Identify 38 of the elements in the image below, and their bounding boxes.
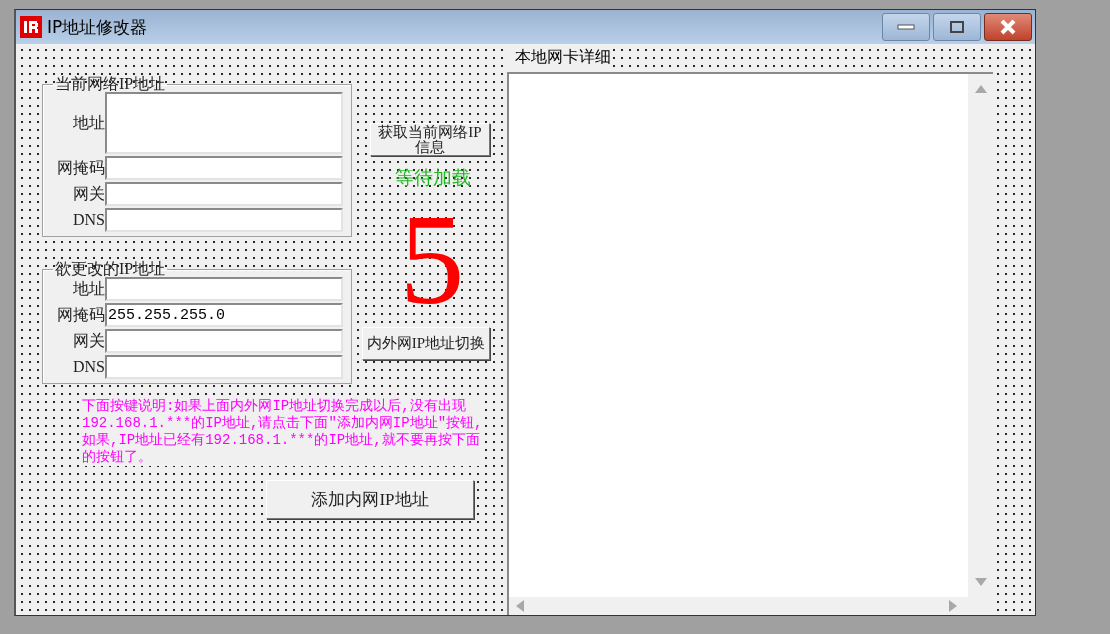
get-info-button[interactable]: 获取当前网络IP信息 xyxy=(370,123,490,156)
minimize-icon xyxy=(897,23,915,31)
input-field[interactable] xyxy=(105,92,343,154)
input-field[interactable] xyxy=(105,277,343,301)
input-field[interactable] xyxy=(105,182,343,206)
field-label: 网掩码 xyxy=(56,157,105,178)
scroll-left-icon[interactable] xyxy=(515,600,525,612)
countdown-number: 5 xyxy=(399,207,465,311)
switch-button[interactable]: 内外网IP地址切换 xyxy=(362,327,490,360)
add-button[interactable]: 添加内网IP地址 xyxy=(266,480,474,519)
field-label: 网关 xyxy=(72,183,105,204)
horizontal-scrollbar[interactable] xyxy=(509,597,968,615)
vertical-scrollbar[interactable] xyxy=(968,74,993,615)
field-label: 地址 xyxy=(72,278,105,299)
app-icon xyxy=(20,16,42,38)
field-label: DNS xyxy=(72,358,105,376)
maximize-button[interactable] xyxy=(933,13,981,41)
field-label: 地址 xyxy=(72,112,105,133)
input-field[interactable] xyxy=(105,355,343,379)
details-label: 本地网卡详细 xyxy=(507,47,613,67)
scroll-right-icon[interactable] xyxy=(948,600,958,612)
window-title: IP地址修改器 xyxy=(47,15,148,39)
input-field[interactable] xyxy=(105,156,343,180)
status-text: 等待加载 xyxy=(395,166,471,190)
minimize-button[interactable] xyxy=(882,13,930,41)
scroll-down-icon[interactable] xyxy=(974,577,987,587)
group-title: 当前网络IP地址 xyxy=(54,76,167,92)
close-icon xyxy=(999,19,1017,35)
group-title: 欲更改的IP地址 xyxy=(54,261,167,277)
maximize-icon xyxy=(949,20,965,34)
input-field[interactable] xyxy=(105,208,343,232)
field-label: 网掩码 xyxy=(56,304,105,325)
scroll-up-icon[interactable] xyxy=(974,84,987,94)
input-field[interactable]: 255.255.255.0 xyxy=(105,303,343,327)
field-label: 网关 xyxy=(72,330,105,351)
field-label: DNS xyxy=(72,211,105,229)
close-button[interactable] xyxy=(984,13,1032,41)
input-field[interactable] xyxy=(105,329,343,353)
